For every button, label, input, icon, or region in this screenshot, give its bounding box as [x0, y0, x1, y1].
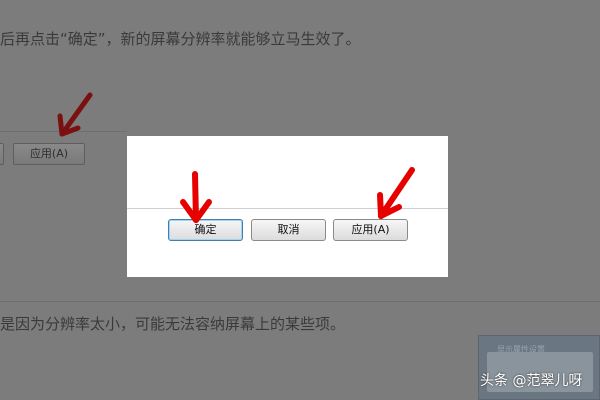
background-arrow-icon	[57, 92, 93, 137]
watermark: 头条 @范翠儿呀	[480, 373, 583, 389]
background-instruction-text: 后再点击“确定”，新的屏幕分辨率就能够立马生效了。	[0, 30, 361, 48]
arrow-pointing-ok-icon	[180, 171, 212, 223]
cancel-button[interactable]: 取消	[251, 219, 326, 241]
background-divider	[0, 301, 600, 302]
arrow-pointing-apply-icon	[377, 167, 415, 219]
background-thumbnail: 显示属性设置	[478, 335, 600, 400]
background-warning-text: 是因为分辨率太小，可能无法容纳屏幕上的某些项。	[0, 315, 346, 333]
background-apply-button: 应用(A)	[13, 143, 85, 165]
background-partial-button	[0, 143, 4, 165]
